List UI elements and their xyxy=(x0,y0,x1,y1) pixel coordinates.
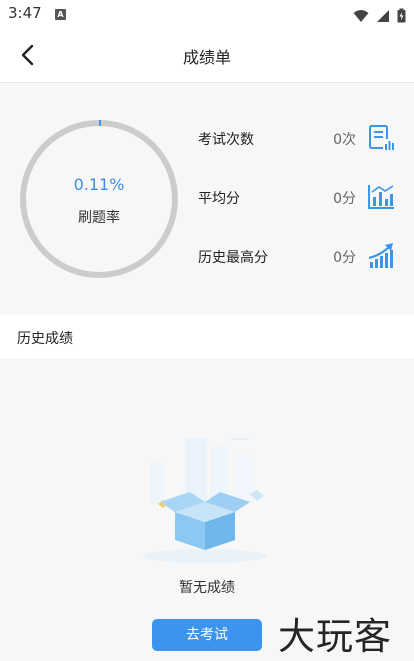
progress-ring xyxy=(20,120,178,278)
signal-icon xyxy=(376,9,389,22)
watermark-logo: 大玩客 xyxy=(278,615,392,658)
stat-label: 历史最高分 xyxy=(198,250,268,266)
stat-row-highest: 历史最高分 0分 xyxy=(198,239,398,275)
status-time: 3:47 xyxy=(8,4,42,22)
trend-up-icon xyxy=(368,243,393,268)
wifi-icon xyxy=(353,9,369,22)
stat-value: 0分 xyxy=(333,191,356,207)
progress-ring-track xyxy=(20,120,178,278)
stat-value: 0次 xyxy=(333,132,356,148)
stat-label: 考试次数 xyxy=(198,132,254,148)
bar-chart-icon xyxy=(368,185,394,209)
stat-value: 0分 xyxy=(333,250,356,266)
exam-report-icon xyxy=(369,125,394,150)
chevron-left-icon xyxy=(21,44,34,66)
history-title: 历史成绩 xyxy=(17,331,73,347)
empty-state: 暂无成绩 去考试 大玩客 xyxy=(0,358,414,661)
history-header: 历史成绩 xyxy=(0,316,414,358)
stat-label: 平均分 xyxy=(198,191,240,207)
progress-value: 0.11% xyxy=(73,175,125,194)
progress-label: 刷题率 xyxy=(78,210,120,226)
stat-row-average: 平均分 0分 xyxy=(198,180,398,216)
page-title: 成绩单 xyxy=(182,48,231,67)
status-bar: 3:47 A xyxy=(0,0,414,28)
status-icons xyxy=(351,5,406,24)
go-exam-button[interactable]: 去考试 xyxy=(152,619,262,651)
back-button[interactable] xyxy=(10,38,44,72)
empty-text: 暂无成绩 xyxy=(179,580,235,596)
stats-panel: 0.11% 刷题率 考试次数 0次 平均分 0分 历史最高分 0分 xyxy=(0,83,414,315)
notification-icon: A xyxy=(55,9,66,20)
empty-box-icon xyxy=(143,438,267,563)
stat-row-exam-count: 考试次数 0次 xyxy=(198,121,398,157)
nav-bar: 成绩单 xyxy=(0,28,414,83)
battery-icon xyxy=(397,8,406,23)
